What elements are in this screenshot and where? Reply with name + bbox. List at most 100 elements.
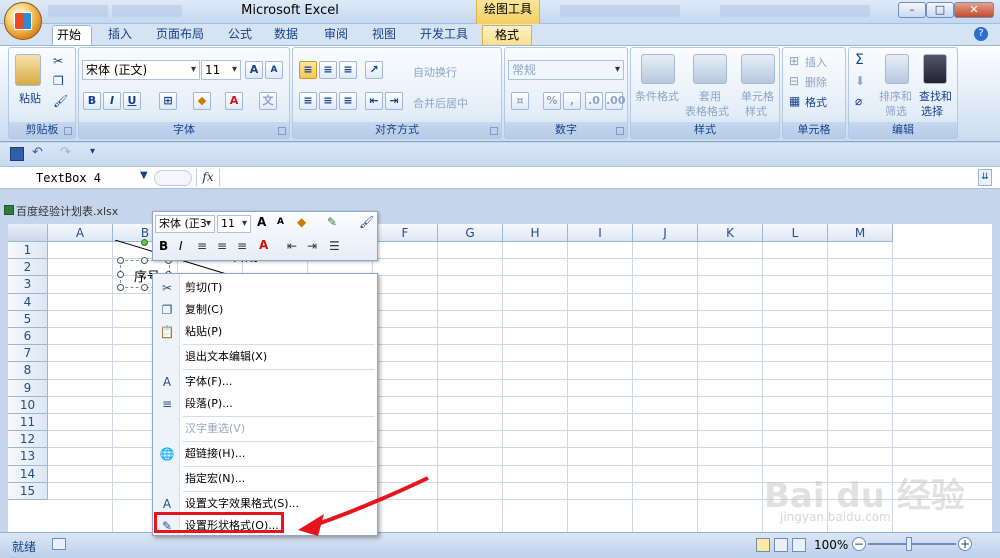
tab-view[interactable]: 视图	[368, 25, 400, 45]
mini-grow-font-icon[interactable]: A	[257, 215, 266, 229]
row-header[interactable]: 12	[8, 431, 48, 449]
minimize-button[interactable]: –	[898, 2, 926, 18]
table-format-button[interactable]: 套用	[699, 88, 721, 104]
menu-item[interactable]: 汉字重选(V)	[153, 418, 377, 440]
menu-item[interactable]: 🌐 超链接(H)...	[153, 443, 377, 465]
row-header[interactable]: 15	[8, 482, 48, 500]
mini-align-center-icon[interactable]: ≡	[217, 239, 227, 253]
resize-handle[interactable]	[141, 284, 148, 291]
menu-item[interactable]: ≡ 段落(P)...	[153, 393, 377, 415]
column-header[interactable]: F	[373, 224, 438, 242]
align-bottom-icon[interactable]: ≡	[339, 61, 357, 79]
fill-color-icon[interactable]: ◆	[193, 92, 211, 110]
decrease-decimal-icon[interactable]: .00	[605, 92, 626, 110]
mini-bold-icon[interactable]: B	[159, 239, 168, 253]
align-right-icon[interactable]: ≡	[339, 92, 357, 110]
font-size-select[interactable]: 11	[201, 60, 241, 80]
resize-handle[interactable]	[117, 284, 124, 291]
mini-shrink-font-icon[interactable]: A	[277, 217, 284, 227]
mini-font-select[interactable]: 宋体 (正3	[155, 215, 215, 233]
row-header[interactable]: 8	[8, 362, 48, 380]
clear-icon[interactable]: ⌀	[855, 94, 862, 108]
column-header[interactable]: H	[503, 224, 568, 242]
underline-button[interactable]: U	[123, 92, 141, 110]
delete-cells-button[interactable]: 删除	[805, 74, 827, 90]
mini-align-left-icon[interactable]: ≡	[197, 239, 207, 253]
menu-item[interactable]: A 字体(F)...	[153, 371, 377, 393]
menu-item[interactable]: ❐ 复制(C)	[153, 299, 377, 321]
column-header[interactable]: K	[698, 224, 763, 242]
cell-styles-icon[interactable]	[741, 54, 775, 84]
zoom-level[interactable]: 100%	[814, 538, 848, 552]
tab-insert[interactable]: 插入	[104, 25, 136, 45]
mini-indent-icon[interactable]: ⇥	[307, 239, 317, 253]
row-header[interactable]: 13	[8, 448, 48, 466]
page-layout-view-icon[interactable]	[774, 538, 788, 552]
row-header[interactable]: 5	[8, 310, 48, 328]
row-header[interactable]: 10	[8, 396, 48, 414]
paste-button[interactable]: 粘贴	[19, 90, 41, 106]
table-format-icon[interactable]	[693, 54, 727, 84]
mini-line-color-icon[interactable]: ✎	[327, 215, 337, 229]
align-left-icon[interactable]: ≡	[299, 92, 317, 110]
mini-size-select[interactable]: 11	[217, 215, 251, 233]
align-middle-icon[interactable]: ≡	[319, 61, 337, 79]
column-header[interactable]: M	[828, 224, 893, 242]
percent-button[interactable]: %	[543, 92, 561, 110]
rotate-handle[interactable]	[141, 239, 148, 246]
increase-decimal-icon[interactable]: .0	[585, 92, 603, 110]
resize-handle[interactable]	[117, 257, 124, 264]
sort-filter-icon[interactable]	[885, 54, 909, 84]
mini-italic-icon[interactable]: I	[179, 239, 183, 253]
formula-splitter[interactable]	[154, 170, 192, 186]
column-header[interactable]: G	[438, 224, 503, 242]
conditional-format-button[interactable]: 条件格式	[635, 88, 679, 104]
conditional-format-icon[interactable]	[641, 54, 675, 84]
row-header[interactable]: 4	[8, 293, 48, 311]
fill-icon[interactable]: ⬇	[855, 74, 865, 88]
cut-icon[interactable]: ✂	[53, 54, 63, 68]
office-button[interactable]	[4, 2, 42, 40]
phonetic-icon[interactable]: 文	[259, 92, 277, 110]
dialog-launcher-icon[interactable]	[490, 127, 498, 135]
font-name-select[interactable]: 宋体 (正文)	[82, 60, 200, 80]
maximize-button[interactable]: □	[926, 2, 954, 18]
mini-format-painter-icon[interactable]: 🖌	[359, 215, 374, 229]
number-format-select[interactable]: 常规	[508, 60, 624, 80]
font-color-icon[interactable]: A	[225, 92, 243, 110]
cell-styles-button[interactable]: 单元格	[741, 88, 774, 104]
customize-qat-icon[interactable]: ▾	[90, 146, 95, 157]
column-header[interactable]: A	[48, 224, 113, 242]
zoom-out-button[interactable]: −	[852, 537, 866, 551]
column-header[interactable]: I	[568, 224, 633, 242]
insert-cells-button[interactable]: 插入	[805, 54, 827, 70]
orientation-icon[interactable]: ↗	[365, 61, 383, 79]
bold-button[interactable]: B	[83, 92, 101, 110]
tab-format[interactable]: 格式	[482, 25, 532, 45]
tab-data[interactable]: 数据	[270, 25, 302, 45]
increase-indent-icon[interactable]: ⇥	[385, 92, 403, 110]
redo-icon[interactable]: ↷	[60, 145, 71, 160]
resize-handle[interactable]	[117, 271, 124, 278]
insert-function-button[interactable]: fx	[196, 169, 220, 186]
column-header[interactable]: J	[633, 224, 698, 242]
row-header[interactable]: 7	[8, 345, 48, 363]
tab-home[interactable]: 开始	[52, 25, 92, 47]
select-all-corner[interactable]	[8, 224, 48, 242]
save-icon[interactable]	[10, 147, 24, 161]
resize-handle[interactable]	[141, 257, 148, 264]
mini-fill-icon[interactable]: ◆	[297, 215, 306, 229]
border-icon[interactable]: ⊞	[159, 92, 177, 110]
name-box[interactable]: TextBox 4	[6, 170, 148, 186]
menu-item[interactable]: 退出文本编辑(X)	[153, 346, 377, 368]
mini-bullets-icon[interactable]: ☰	[329, 239, 340, 253]
column-header[interactable]: L	[763, 224, 828, 242]
format-painter-icon[interactable]: 🖌	[53, 94, 68, 108]
format-cells-button[interactable]: 格式	[805, 94, 827, 110]
close-button[interactable]: ✕	[954, 2, 994, 18]
row-header[interactable]: 2	[8, 259, 48, 277]
normal-view-icon[interactable]	[756, 538, 770, 552]
dialog-launcher-icon[interactable]	[278, 127, 286, 135]
page-break-view-icon[interactable]	[792, 538, 806, 552]
currency-icon[interactable]: ¤	[511, 92, 529, 110]
